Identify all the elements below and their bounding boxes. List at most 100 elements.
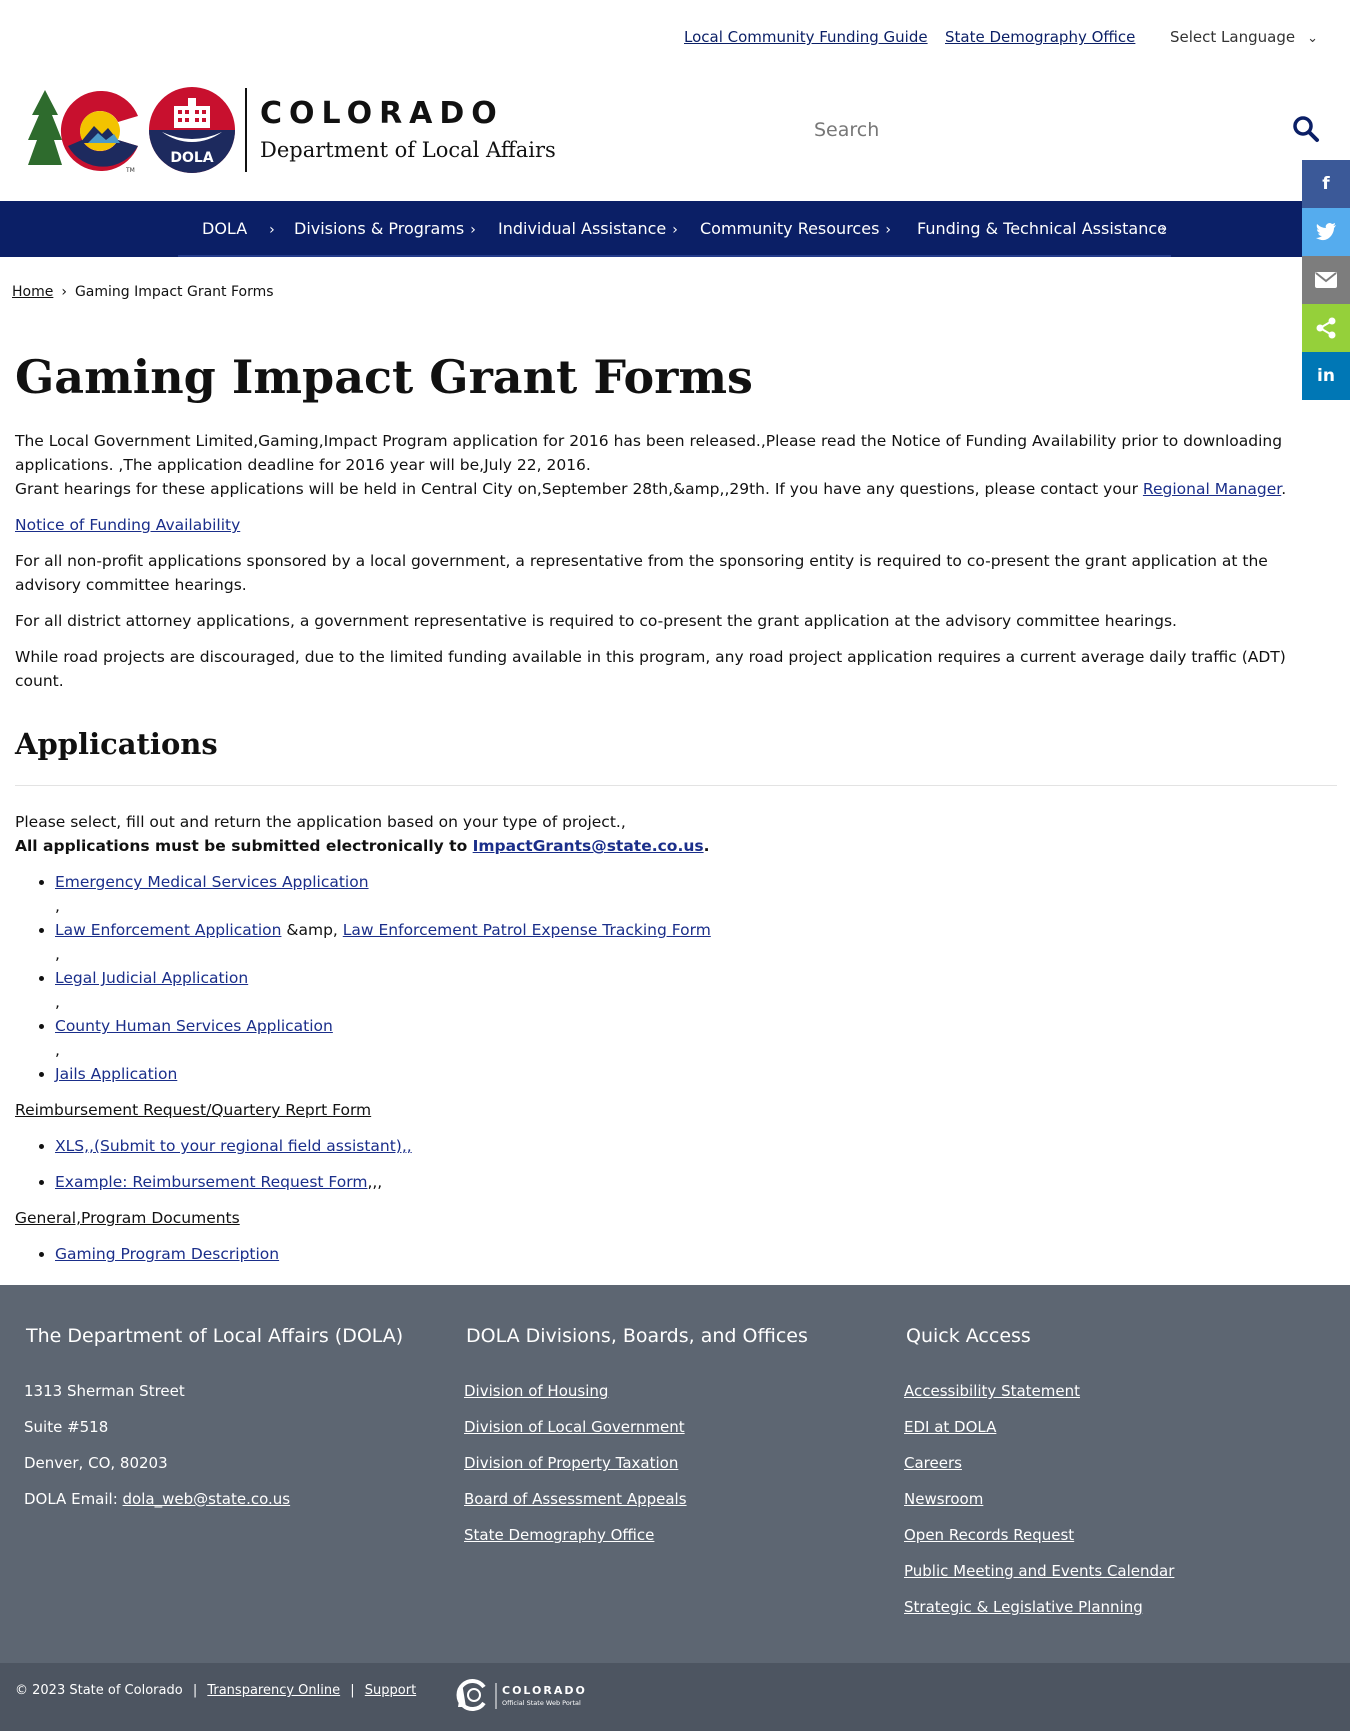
list-item: Jails Application [55, 1062, 1337, 1086]
list-item: County Human Services Application, [55, 1014, 1337, 1062]
site-logo[interactable]: TM DOLA COLORADO Department of Local Aff… [28, 82, 588, 178]
separator-comma: , [55, 993, 60, 1012]
general-documents-paragraph: General,Program Documents [15, 1206, 1337, 1230]
reimbursement-form-heading-link[interactable]: Reimbursement Request/Quartery Reprt For… [15, 1101, 371, 1119]
footer-link-board-of-assessment-appeals[interactable]: Board of Assessment Appeals [464, 1490, 687, 1508]
footer-link-public-meeting-calendar[interactable]: Public Meeting and Events Calendar [904, 1562, 1174, 1580]
facebook-icon: f [1322, 174, 1330, 194]
footer-link-open-records-request[interactable]: Open Records Request [904, 1526, 1074, 1544]
nav-item-divisions-programs[interactable]: Divisions & Programs › [294, 219, 476, 238]
nav-item-individual-assistance[interactable]: Individual Assistance › [498, 219, 678, 238]
address-line: Suite #518 [24, 1418, 109, 1436]
footer-link-accessibility-statement[interactable]: Accessibility Statement [904, 1382, 1080, 1400]
address-line: Denver, CO, 80203 [24, 1454, 168, 1472]
section-divider [15, 785, 1337, 787]
main-content: Gaming Impact Grant Forms The Local Gove… [15, 350, 1337, 1266]
intro-text: The Local Government Limited,Gaming,Impa… [15, 432, 1283, 475]
svg-text:Official State Web Portal: Official State Web Portal [502, 1699, 581, 1707]
applications-heading: Applications [15, 727, 218, 762]
state-demography-office-link[interactable]: State Demography Office [945, 28, 1135, 46]
separator: | [192, 1683, 198, 1698]
colorado-wordmark: COLORADO [260, 96, 504, 131]
footer-link-newsroom[interactable]: Newsroom [904, 1490, 983, 1508]
footer-link-state-demography-office[interactable]: State Demography Office [464, 1526, 654, 1544]
chevron-down-icon: ⌄ [1307, 31, 1318, 46]
tree-icon [28, 90, 62, 165]
footer-link-edi-at-dola[interactable]: EDI at DOLA [904, 1418, 996, 1436]
colorado-c-logo-icon: TM [60, 91, 139, 174]
language-select[interactable]: Select Language ⌄ [1170, 28, 1318, 46]
breadcrumb-separator-icon: › [61, 284, 67, 300]
footer-link-division-of-local-government[interactable]: Division of Local Government [464, 1418, 685, 1436]
list-item-text: &amp, [281, 921, 343, 940]
dola-email-link[interactable]: dola_web@state.co.us [123, 1490, 291, 1508]
search-form [812, 112, 1332, 148]
law-enforcement-application-link[interactable]: Law Enforcement Application [55, 921, 281, 939]
search-input[interactable] [812, 112, 1252, 148]
applications-instructions: Please select, fill out and return the a… [15, 810, 1337, 858]
language-select-label: Select Language [1170, 28, 1296, 46]
dola-seal-icon: DOLA [149, 87, 235, 173]
support-link[interactable]: Support [365, 1683, 416, 1698]
impact-grants-email-link[interactable]: ImpactGrants@state.co.us [473, 837, 704, 855]
list-item: Law Enforcement Application &amp, Law En… [55, 918, 1337, 966]
breadcrumb: Home › Gaming Impact Grant Forms [12, 284, 274, 300]
submit-instruction: All applications must be submitted elect… [15, 837, 473, 856]
svg-text:DOLA: DOLA [170, 150, 213, 166]
twitter-icon [1316, 223, 1336, 241]
footer-column-quick-access: Quick Access Accessibility Statement EDI… [904, 1325, 1174, 1625]
copyright-line: © 2023 State of Colorado | Transparency … [15, 1683, 416, 1698]
legal-judicial-application-link[interactable]: Legal Judicial Application [55, 969, 248, 987]
county-human-services-application-link[interactable]: County Human Services Application [55, 1017, 333, 1035]
list-item-text: ,,, [367, 1173, 383, 1192]
footer-heading: The Department of Local Affairs (DOLA) [26, 1325, 404, 1347]
notice-of-funding-availability-link[interactable]: Notice of Funding Availability [15, 516, 240, 534]
local-community-funding-guide-link[interactable]: Local Community Funding Guide [684, 28, 928, 46]
footer-link-division-of-property-taxation[interactable]: Division of Property Taxation [464, 1454, 678, 1472]
emergency-medical-services-application-link[interactable]: Emergency Medical Services Application [55, 873, 369, 891]
general-documents-list: Gaming Program Description [15, 1242, 1337, 1266]
footer-heading: Quick Access [906, 1325, 1031, 1347]
general-program-documents-link[interactable]: General,Program Documents [15, 1209, 240, 1227]
svg-text:TM: TM [125, 167, 135, 174]
footer-column-dola: The Department of Local Affairs (DOLA) 1… [24, 1325, 403, 1517]
footer-link-careers[interactable]: Careers [904, 1454, 962, 1472]
email-line: DOLA Email: dola_web@state.co.us [24, 1481, 403, 1517]
nav-item-dola[interactable]: DOLA › [202, 219, 275, 238]
nav-inner: DOLA › Divisions & Programs › Individual A… [178, 201, 1171, 257]
chevron-right-icon: › [885, 222, 892, 238]
regional-manager-link[interactable]: Regional Manager [1143, 480, 1281, 498]
search-button[interactable] [1290, 114, 1322, 146]
facebook-share-button[interactable]: f [1302, 160, 1350, 208]
nav-item-label: Divisions & Programs [294, 219, 465, 238]
district-attorney-paragraph: For all district attorney applications, … [15, 612, 1177, 631]
nav-item-funding-technical-assistance[interactable]: Funding & Technical Assistance› [917, 219, 1167, 238]
generic-share-button[interactable] [1302, 304, 1350, 352]
list-item: Emergency Medical Services Application, [55, 870, 1337, 918]
utility-bar: Local Community Funding Guide State Demo… [0, 28, 1350, 50]
jails-application-link[interactable]: Jails Application [55, 1065, 177, 1083]
colorado-portal-logo[interactable]: COLORADO Official State Web Portal [454, 1677, 594, 1717]
nav-item-label: Community Resources [700, 219, 880, 238]
main-navigation: DOLA › Divisions & Programs › Individual A… [0, 201, 1350, 257]
email-share-button[interactable] [1302, 256, 1350, 304]
twitter-share-button[interactable] [1302, 208, 1350, 256]
copyright-text: © 2023 State of Colorado [15, 1683, 183, 1698]
breadcrumb-home-link[interactable]: Home [12, 284, 53, 300]
reimbursement-xls-link[interactable]: XLS,,(Submit to your regional field assi… [55, 1137, 412, 1155]
page-title: Gaming Impact Grant Forms [15, 350, 753, 404]
list-item: Legal Judicial Application, [55, 966, 1337, 1014]
law-enforcement-patrol-expense-link[interactable]: Law Enforcement Patrol Expense Tracking … [343, 921, 711, 939]
footer-column-divisions: DOLA Divisions, Boards, and Offices Divi… [464, 1325, 808, 1553]
colorado-portal-logo-icon: COLORADO Official State Web Portal [456, 1679, 585, 1711]
reimbursement-list: XLS,,(Submit to your regional field assi… [15, 1134, 1337, 1194]
reimbursement-example-link[interactable]: Example: Reimbursement Request Form [55, 1173, 367, 1191]
transparency-online-link[interactable]: Transparency Online [207, 1683, 340, 1698]
nonprofit-paragraph: For all non-profit applications sponsore… [15, 552, 1268, 595]
nav-item-community-resources[interactable]: Community Resources › [700, 219, 891, 238]
list-item: Example: Reimbursement Request Form,,, [55, 1170, 1337, 1194]
footer-link-strategic-legislative-planning[interactable]: Strategic & Legislative Planning [904, 1598, 1143, 1616]
gaming-program-description-link[interactable]: Gaming Program Description [55, 1245, 279, 1263]
footer-link-division-of-housing[interactable]: Division of Housing [464, 1382, 608, 1400]
reimbursement-heading-paragraph: Reimbursement Request/Quartery Reprt For… [15, 1098, 1337, 1122]
